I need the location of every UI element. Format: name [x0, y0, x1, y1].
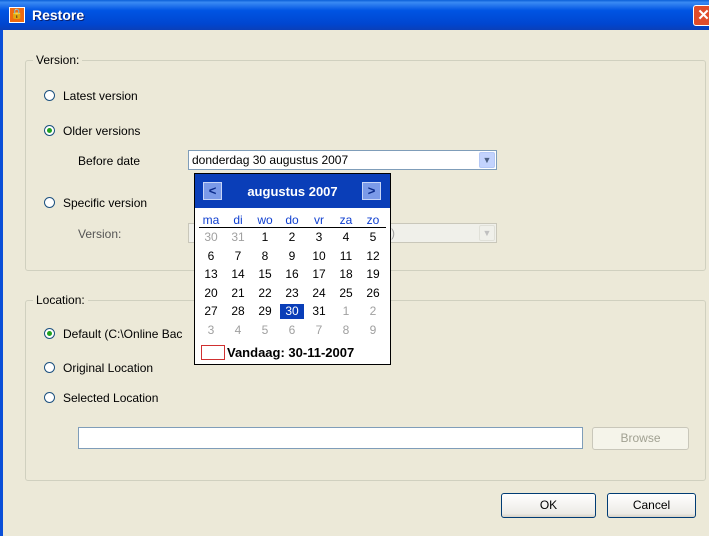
calendar-day[interactable]: 2 [280, 230, 304, 245]
calendar-day[interactable]: 11 [334, 249, 358, 264]
weekday-header: di [233, 213, 243, 227]
calendar-day[interactable]: 6 [199, 249, 223, 264]
radio-circle[interactable] [44, 392, 55, 403]
default-location-label: Default (C:\Online Bac [63, 327, 183, 341]
weekday-header: zo [366, 213, 380, 227]
before-date-value: donderdag 30 augustus 2007 [192, 153, 349, 167]
calendar-day[interactable]: 6 [280, 323, 304, 338]
calendar-day[interactable]: 23 [280, 286, 304, 301]
calendar-day[interactable]: 1 [253, 230, 277, 245]
calendar-day[interactable]: 14 [226, 267, 250, 282]
calendar-day[interactable]: 1 [334, 304, 358, 319]
calendar-month-title[interactable]: augustus 2007 [229, 184, 356, 199]
calendar-day[interactable]: 27 [199, 304, 223, 319]
selected-location-label: Selected Location [63, 391, 159, 405]
restore-dialog: 🔒 Restore ✕ Version: Latest version Olde… [0, 0, 709, 536]
calendar-day[interactable]: 29 [253, 304, 277, 319]
calendar-day[interactable]: 26 [361, 286, 385, 301]
title-bar[interactable]: 🔒 Restore ✕ [0, 0, 709, 30]
calendar-day[interactable]: 20 [199, 286, 223, 301]
version-group-legend: Version: [33, 53, 83, 67]
calendar-day[interactable]: 25 [334, 286, 358, 301]
calendar-day[interactable]: 17 [307, 267, 331, 282]
calendar-header: < augustus 2007 > [195, 174, 390, 208]
calendar-day[interactable]: 15 [253, 267, 277, 282]
window-title: Restore [32, 7, 85, 23]
before-date-label: Before date [78, 154, 141, 168]
version-label: Version: [78, 227, 122, 241]
older-versions-label: Older versions [63, 124, 141, 138]
calendar-day[interactable]: 22 [253, 286, 277, 301]
calendar-day[interactable]: 28 [226, 304, 250, 319]
today-marker-icon [201, 345, 225, 360]
close-button[interactable]: ✕ [693, 5, 709, 26]
weekday-header: za [339, 213, 353, 227]
calendar-day[interactable]: 19 [361, 267, 385, 282]
calendar-day[interactable]: 3 [199, 323, 223, 338]
lock-icon: 🔒 [9, 7, 25, 23]
ok-button[interactable]: OK [501, 493, 596, 518]
original-location-label: Original Location [63, 361, 154, 375]
calendar-day[interactable]: 9 [361, 323, 385, 338]
browse-button[interactable]: Browse [592, 427, 689, 450]
today-link[interactable]: Vandaag: 30-11-2007 [227, 345, 354, 360]
calendar-day[interactable]: 8 [253, 249, 277, 264]
calendar-day[interactable]: 16 [280, 267, 304, 282]
calendar-day[interactable]: 5 [361, 230, 385, 245]
calendar-day[interactable]: 2 [361, 304, 385, 319]
calendar-day[interactable]: 31 [226, 230, 250, 245]
calendar-day[interactable]: 24 [307, 286, 331, 301]
weekday-header: vr [314, 213, 324, 227]
specific-version-label: Specific version [63, 196, 148, 210]
radio-circle[interactable] [44, 328, 55, 339]
radio-circle[interactable] [44, 125, 55, 136]
calendar-day[interactable]: 10 [307, 249, 331, 264]
before-date-picker[interactable]: donderdag 30 augustus 2007 ▼ [188, 150, 497, 170]
version-value: ) [391, 226, 395, 240]
location-path-input[interactable] [78, 427, 583, 449]
prev-month-button[interactable]: < [203, 182, 222, 200]
window-frame [0, 30, 3, 536]
calendar-day[interactable]: 8 [334, 323, 358, 338]
weekday-header: wo [257, 213, 273, 227]
radio-circle[interactable] [44, 197, 55, 208]
latest-version-label: Latest version [63, 89, 138, 103]
calendar-day[interactable]: 30 [199, 230, 223, 245]
calendar-dropdown: < augustus 2007 > ma di wo do vr za zo 30 31 1 2 3 4… [194, 173, 391, 365]
calendar-day[interactable]: 18 [334, 267, 358, 282]
calendar-day[interactable]: 12 [361, 249, 385, 264]
calendar-day[interactable]: 3 [307, 230, 331, 245]
chevron-down-icon[interactable]: ▼ [479, 225, 495, 241]
calendar-day[interactable]: 21 [226, 286, 250, 301]
calendar-day-selected[interactable]: 30 [280, 304, 304, 319]
calendar-day[interactable]: 31 [307, 304, 331, 319]
weekday-divider [199, 227, 386, 228]
radio-circle[interactable] [44, 90, 55, 101]
weekday-header: ma [202, 213, 220, 227]
next-month-button[interactable]: > [362, 182, 381, 200]
location-group-legend: Location: [33, 293, 88, 307]
calendar-day[interactable]: 4 [226, 323, 250, 338]
chevron-down-icon[interactable]: ▼ [479, 152, 495, 168]
calendar-day[interactable]: 9 [280, 249, 304, 264]
calendar-day[interactable]: 7 [307, 323, 331, 338]
cancel-button[interactable]: Cancel [607, 493, 696, 518]
radio-circle[interactable] [44, 362, 55, 373]
calendar-day[interactable]: 13 [199, 267, 223, 282]
calendar-day[interactable]: 7 [226, 249, 250, 264]
calendar-day[interactable]: 5 [253, 323, 277, 338]
calendar-day[interactable]: 4 [334, 230, 358, 245]
weekday-header: do [285, 213, 299, 227]
